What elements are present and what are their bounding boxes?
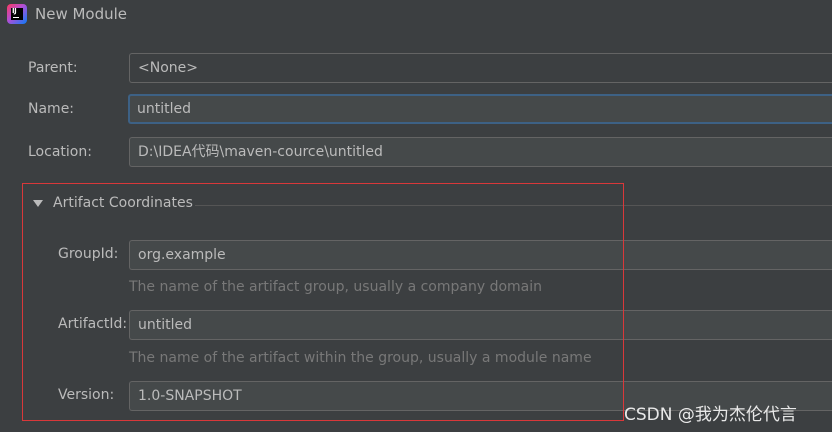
section-divider bbox=[195, 205, 832, 206]
location-label: Location: bbox=[28, 144, 92, 160]
group-id-hint: The name of the artifact group, usually … bbox=[129, 279, 542, 295]
name-label: Name: bbox=[28, 101, 75, 117]
artifact-coordinates-toggle[interactable]: Artifact Coordinates bbox=[53, 195, 193, 211]
intellij-idea-icon: IJ bbox=[7, 4, 27, 24]
group-id-label: GroupId: bbox=[58, 246, 119, 262]
window-title: New Module bbox=[35, 5, 128, 23]
artifact-id-input[interactable]: untitled bbox=[129, 310, 832, 340]
name-input[interactable]: untitled bbox=[128, 94, 832, 124]
parent-combobox[interactable]: <None> bbox=[129, 53, 832, 83]
version-label: Version: bbox=[58, 387, 115, 403]
csdn-watermark: CSDN @我为杰伦代言 bbox=[624, 405, 797, 425]
triangle-down-icon[interactable] bbox=[33, 200, 43, 207]
artifact-id-hint: The name of the artifact within the grou… bbox=[129, 350, 592, 366]
new-module-dialog: IJ New Module Parent: <None> Name: untit… bbox=[0, 0, 832, 432]
group-id-input[interactable]: org.example bbox=[129, 240, 832, 270]
parent-label: Parent: bbox=[28, 60, 78, 76]
artifact-id-label: ArtifactId: bbox=[58, 316, 128, 332]
location-input[interactable]: D:\IDEA代码\maven-cource\untitled bbox=[129, 137, 832, 167]
title-bar: IJ New Module bbox=[0, 0, 832, 30]
